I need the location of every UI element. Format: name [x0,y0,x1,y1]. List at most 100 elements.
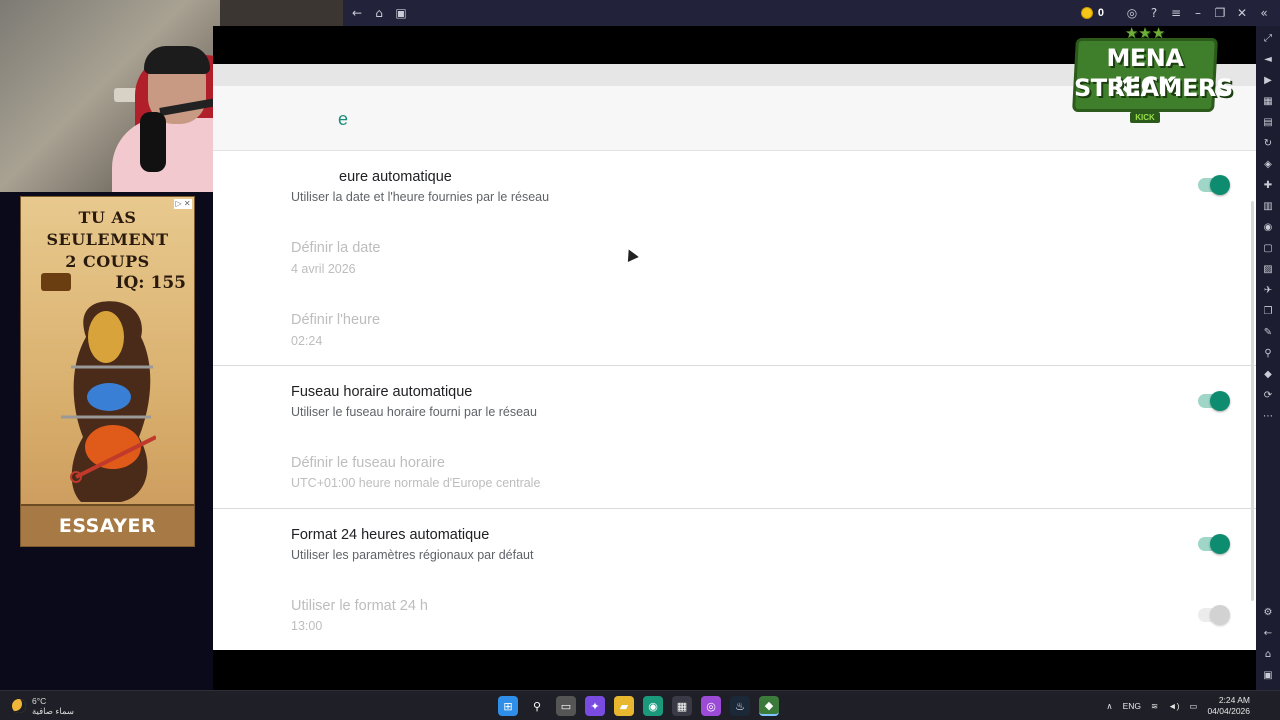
android-home-icon[interactable]: ⌂ [1260,647,1276,663]
ad-headline: TU AS SEULEMENT 2 COUPS [21,207,194,273]
home-icon[interactable]: ⌂ [371,5,387,21]
android-recents-icon[interactable]: ▣ [1260,668,1276,684]
setting-title: Format 24 heures automatique [291,527,490,543]
fullscreen-icon[interactable]: ⤢ [1260,31,1276,47]
page-title: e [338,109,349,129]
recent-apps-icon[interactable]: ▣ [393,5,409,21]
edge-icon[interactable]: ◉ [643,696,663,716]
setting-subtitle: Utiliser les paramètres régionaux par dé… [291,548,534,562]
bluestacks-icon[interactable]: ◆ [759,696,779,716]
minimize-icon[interactable]: – [1190,5,1206,21]
rotate-icon[interactable]: ↻ [1260,136,1276,152]
ad-character-illustration [61,301,156,502]
account-icon[interactable]: ◎ [1124,5,1140,21]
setting-title: Définir la date [291,240,381,256]
setting-auto-timezone[interactable]: Fuseau horaire automatique Utiliser le f… [213,366,1256,438]
clock-date: 04/04/2026 [1207,706,1250,716]
setting-subtitle: 13:00 [291,619,323,633]
ad-headline-line2: 2 COUPS [65,252,150,271]
system-tray: ∧ ENG ≋ ◄) ▭ 2:24 AM 04/04/2026 [1106,695,1250,717]
media-icon[interactable]: ▶ [1260,73,1276,89]
windows-taskbar: 6°C سماء صافية ⊞ ⚲ ▭ ✦ ▰ ◉ ▦ ◎ ♨ ◆ ∧ ENG… [0,690,1280,720]
setting-set-timezone[interactable]: Définir le fuseau horaire UTC+01:00 heur… [213,438,1256,508]
setting-set-date[interactable]: Définir la date 4 avril 2026 [213,221,1256,293]
ad-iq-label: IQ: 155 [115,273,186,293]
coin-balance[interactable]: 0 [1080,7,1104,19]
ad-rank-badge [41,273,71,291]
setting-use-24h[interactable]: Utiliser le format 24 h 13:00 [213,581,1256,650]
use-24h-toggle [1198,605,1230,625]
clock-time: 2:24 AM [1218,695,1250,705]
battery-icon[interactable]: ▭ [1189,701,1197,712]
wifi-icon[interactable]: ≋ [1151,701,1158,712]
record-icon[interactable]: ▢ [1260,241,1276,257]
macro-icon[interactable]: ▥ [1260,199,1276,215]
volume-icon[interactable]: ◄ [1260,52,1276,68]
copilot-icon[interactable]: ✦ [585,696,605,716]
back-arrow-icon[interactable]: ← [349,5,365,21]
collapse-icon[interactable]: « [1256,5,1272,21]
coin-icon [1080,7,1093,19]
setting-subtitle: UTC+01:00 heure normale d'Europe central… [291,476,541,490]
mena-kick-streamers-logo: ★★★ MENA KICK STREAMERS KICK [1072,24,1233,126]
android-back-icon[interactable]: ← [1260,626,1276,642]
sync-icon[interactable]: ⟳ [1260,388,1276,404]
steam-icon[interactable]: ♨ [730,696,750,716]
setting-title: eure automatique [339,169,452,185]
store-icon[interactable]: ▦ [672,696,692,716]
ad-cta-button[interactable]: ESSAYER [21,504,194,546]
settings-gear-icon[interactable]: ⚙ [1260,605,1276,621]
setting-subtitle: Utiliser la date et l'heure fournies par… [291,190,550,204]
language-indicator[interactable]: ENG [1123,701,1141,711]
clock[interactable]: 2:24 AM 04/04/2026 [1207,695,1250,717]
setting-title: Définir l'heure [291,312,381,328]
setting-auto-datetime[interactable]: eure automatique Utiliser la date et l'h… [213,151,1256,221]
keyboard-icon[interactable]: ▦ [1260,94,1276,110]
auto-datetime-toggle[interactable] [1198,175,1230,195]
multi-instance-icon[interactable]: ❐ [1260,304,1276,320]
speaker-icon[interactable]: ◄) [1168,701,1179,711]
auto-timezone-toggle[interactable] [1198,391,1230,411]
tray-overflow-icon[interactable]: ∧ [1106,701,1112,712]
close-icon[interactable]: ✕ [1234,5,1250,21]
weather-desc: سماء صافية [32,706,74,716]
eco-mode-icon[interactable]: ✎ [1260,325,1276,341]
setting-auto-24h[interactable]: Format 24 heures automatique Utiliser le… [213,509,1256,581]
moon-icon [12,699,26,713]
setting-subtitle: 4 avril 2026 [291,262,356,276]
setting-title: Fuseau horaire automatique [291,384,473,400]
nav-bar-area [213,650,1256,690]
menu-icon[interactable]: ≡ [1168,5,1184,21]
setting-subtitle: 02:24 [291,334,323,348]
apk-icon[interactable]: ▤ [1260,115,1276,131]
start-menu-icon[interactable]: ⊞ [498,696,518,716]
airplane-icon[interactable]: ✈ [1260,283,1276,299]
coin-count: 0 [1097,7,1104,19]
screenshot-icon[interactable]: ◉ [1260,220,1276,236]
task-view-icon[interactable]: ▭ [556,696,576,716]
layers-icon[interactable]: ◆ [1260,367,1276,383]
logo-line2: STREAMERS [1074,74,1233,102]
file-explorer-icon[interactable]: ▰ [614,696,634,716]
ad-headline-line1: TU AS SEULEMENT [46,208,169,249]
more-icon[interactable]: ⋯ [1260,409,1276,425]
screen: ← ⌂ ▣ 0 ◎ ? ≡ – ❐ ✕ « e eure automatique… [0,0,1280,720]
gallery-icon[interactable]: ▨ [1260,262,1276,278]
emulator-titlebar: ← ⌂ ▣ 0 ◎ ? ≡ – ❐ ✕ « [343,0,1280,26]
shake-icon[interactable]: ◈ [1260,157,1276,173]
controller-icon[interactable]: ✚ [1260,178,1276,194]
auto-24h-toggle[interactable] [1198,534,1230,554]
weather-widget[interactable]: 6°C سماء صافية [12,696,74,716]
settings-list: eure automatique Utiliser la date et l'h… [213,151,1256,650]
weather-temp: 6°C [32,696,47,706]
restore-icon[interactable]: ❐ [1212,5,1228,21]
setting-title: Utiliser le format 24 h [291,598,428,614]
logo-kick-tag: KICK [1130,112,1160,123]
setting-set-time[interactable]: Définir l'heure 02:24 [213,293,1256,365]
search-icon[interactable]: ⚲ [527,696,547,716]
location-icon[interactable]: ⚲ [1260,346,1276,362]
ad-banner[interactable]: ▷ ✕ TU AS SEULEMENT 2 COUPS IQ: 155 ESSA… [20,196,195,547]
setting-subtitle: Utiliser le fuseau horaire fourni par le… [291,405,537,419]
obs-icon[interactable]: ◎ [701,696,721,716]
help-icon[interactable]: ? [1146,5,1162,21]
